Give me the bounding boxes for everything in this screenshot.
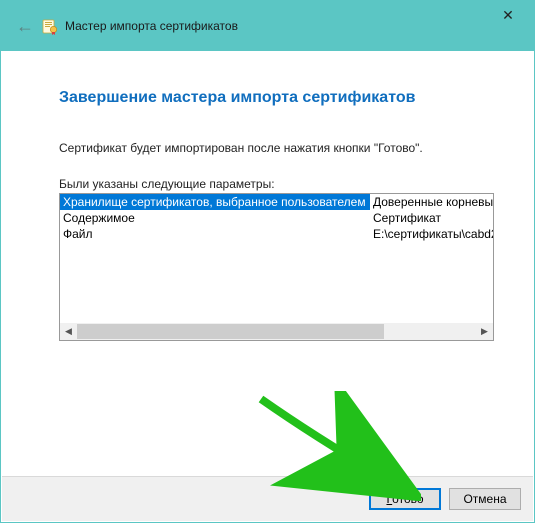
- cell-param-value: Сертификат: [370, 210, 494, 226]
- window-title: Мастер импорта сертификатов: [65, 19, 238, 33]
- back-button[interactable]: ←: [15, 16, 35, 36]
- content-area: Завершение мастера импорта сертификатов …: [1, 51, 534, 341]
- finish-button[interactable]: Готово: [369, 488, 441, 510]
- close-button[interactable]: ✕: [488, 3, 528, 27]
- list-item[interactable]: Хранилище сертификатов, выбранное пользо…: [60, 194, 494, 210]
- list-item[interactable]: Содержимое Сертификат: [60, 210, 494, 226]
- finish-button-label: Готово: [386, 492, 423, 506]
- scroll-left-arrow-icon[interactable]: ◀: [60, 323, 77, 340]
- scroll-right-arrow-icon[interactable]: ▶: [476, 323, 493, 340]
- scroll-track[interactable]: [77, 323, 476, 340]
- cell-param-value: E:\сертификаты\cabd2a79a: [370, 226, 494, 242]
- scroll-thumb[interactable]: [77, 324, 384, 339]
- footer-button-bar: Готово Отмена: [2, 476, 533, 521]
- horizontal-scrollbar[interactable]: ◀ ▶: [60, 323, 493, 340]
- cell-param-name: Содержимое: [60, 210, 370, 226]
- cell-param-name: Файл: [60, 226, 370, 242]
- completion-message: Сертификат будет импортирован после нажа…: [59, 141, 494, 155]
- cancel-button[interactable]: Отмена: [449, 488, 521, 510]
- parameters-label: Были указаны следующие параметры:: [59, 177, 494, 191]
- cell-param-name: Хранилище сертификатов, выбранное пользо…: [60, 194, 370, 210]
- titlebar: ✕ ← Мастер импорта сертификатов: [1, 1, 534, 51]
- page-heading: Завершение мастера импорта сертификатов: [59, 89, 494, 107]
- cancel-button-label: Отмена: [463, 492, 506, 506]
- certificate-wizard-icon: [41, 17, 59, 35]
- back-arrow-icon: ←: [16, 16, 34, 37]
- list-item[interactable]: Файл E:\сертификаты\cabd2a79a: [60, 226, 494, 242]
- listbox-content: Хранилище сертификатов, выбранное пользо…: [60, 194, 494, 325]
- close-icon: ✕: [502, 7, 514, 24]
- cell-param-value: Доверенные корневые цен: [370, 194, 494, 210]
- parameters-listbox[interactable]: Хранилище сертификатов, выбранное пользо…: [59, 193, 494, 341]
